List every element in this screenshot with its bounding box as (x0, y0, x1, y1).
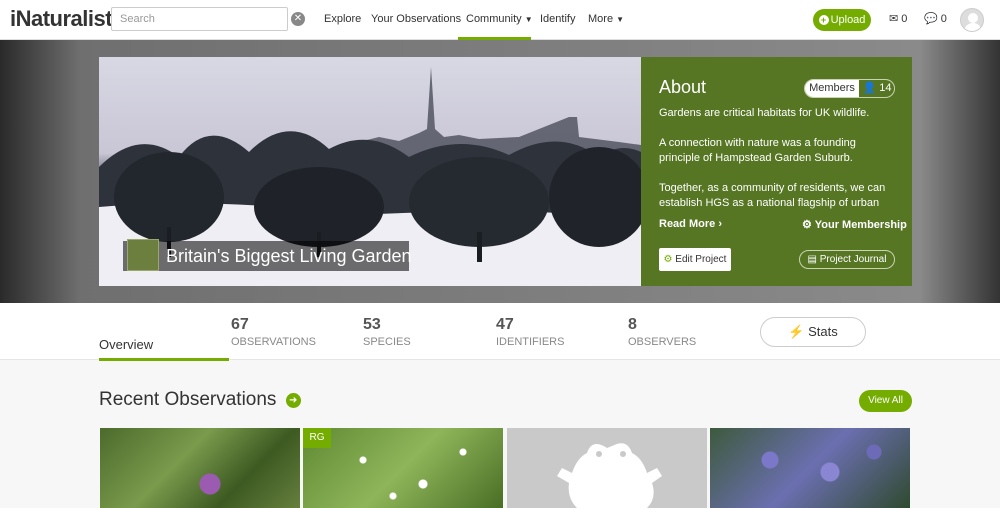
journal-icon: ▤ (807, 254, 817, 265)
view-all-button[interactable]: View All (859, 390, 912, 412)
research-grade-badge: RG (303, 428, 331, 448)
nav-community-label: Community (466, 13, 522, 25)
person-icon: 👤 (862, 82, 877, 94)
nav-more[interactable]: More ▼ (588, 13, 624, 25)
frog-placeholder-icon (557, 443, 662, 508)
read-more-link[interactable]: Read More › (659, 218, 722, 230)
project-journal-button[interactable]: ▤ Project Journal (799, 250, 895, 269)
nav-your-observations[interactable]: Your Observations (371, 13, 461, 25)
your-membership-link[interactable]: ⚙ Your Membership (802, 218, 907, 231)
chevron-down-icon: ▼ (524, 15, 533, 24)
observation-thumbnail[interactable] (100, 428, 300, 508)
gear-icon: ⚙ (663, 254, 673, 265)
observation-thumbnail[interactable]: RG (303, 428, 503, 508)
lightning-bolt-icon: ⚡ (788, 324, 805, 339)
notifications-link[interactable]: 💬 0 (924, 12, 947, 25)
recent-observations-title: Recent Observations (99, 389, 277, 410)
read-more-label: Read More (659, 218, 716, 230)
envelope-icon: ✉ (889, 13, 899, 25)
project-stats-bar: Overview 67 OBSERVATIONS 53 SPECIES 47 I… (0, 303, 1000, 361)
messages-link[interactable]: ✉ 0 (889, 12, 907, 25)
about-paragraph: A connection with nature was a founding … (659, 137, 856, 164)
clear-search-icon[interactable]: ✕ (291, 12, 305, 26)
nav-community[interactable]: Community ▼ (466, 13, 533, 25)
stat-observations[interactable]: 67 OBSERVATIONS (231, 316, 316, 348)
nav-more-label: More (588, 13, 614, 25)
members-label: Members (805, 80, 859, 97)
members-count-value: 14 (879, 82, 892, 94)
project-journal-label: Project Journal (819, 254, 887, 265)
stat-number: 67 (231, 316, 249, 333)
notifications-count: 0 (940, 13, 947, 25)
about-paragraph: Together, as a community of residents, w… (659, 182, 886, 209)
observation-thumbnail[interactable] (710, 428, 910, 508)
inaturalist-logo[interactable]: iNaturalist (10, 6, 113, 32)
upload-button[interactable]: + Upload (813, 9, 871, 31)
edit-project-label: Edit Project (675, 254, 727, 265)
plus-icon: + (818, 15, 829, 25)
about-description: Gardens are critical habitats for UK wil… (659, 106, 899, 210)
stat-label: OBSERVERS (628, 336, 697, 348)
messages-count: 0 (901, 13, 908, 25)
arrow-right-circle-icon[interactable]: ➜ (285, 393, 301, 408)
speech-bubble-icon: 💬 (924, 13, 938, 25)
user-avatar[interactable] (960, 8, 984, 32)
stat-identifiers[interactable]: 47 IDENTIFIERS (496, 316, 564, 348)
top-navbar: iNaturalist ✕ Explore Your Observations … (0, 0, 1000, 40)
upload-label: Upload (830, 14, 866, 26)
project-title: Britain's Biggest Living Garden (166, 246, 412, 266)
gear-icon: ⚙ (802, 219, 812, 231)
stat-label: SPECIES (363, 336, 411, 348)
tab-active-indicator (99, 358, 229, 361)
search-input[interactable] (111, 7, 288, 31)
chevron-down-icon: ▼ (616, 15, 625, 24)
about-panel: About Members 👤 14 Gardens are critical … (641, 57, 912, 286)
stat-observers[interactable]: 8 OBSERVERS (628, 316, 696, 348)
project-banner-image: Britain's Biggest Living Garden (99, 57, 641, 286)
edit-project-button[interactable]: ⚙ Edit Project (659, 248, 731, 271)
stat-label: IDENTIFIERS (496, 336, 565, 348)
stat-number: 53 (363, 316, 381, 333)
stats-button-label: Stats (808, 324, 838, 339)
about-heading: About (659, 77, 707, 97)
stat-label: OBSERVATIONS (231, 336, 316, 348)
project-title-banner: Britain's Biggest Living Garden (123, 239, 412, 271)
recent-observations-heading: Recent Observations ➜ (99, 389, 301, 411)
nav-explore[interactable]: Explore (324, 13, 361, 25)
stat-species[interactable]: 53 SPECIES (363, 316, 411, 348)
tab-overview[interactable]: Overview (99, 337, 153, 352)
observation-thumbnail[interactable] (507, 428, 707, 508)
nav-identify[interactable]: Identify (540, 13, 575, 25)
about-paragraph: Gardens are critical habitats for UK wil… (659, 107, 870, 119)
members-count: 👤 14 (859, 80, 894, 97)
chevron-right-icon: › (718, 218, 722, 230)
members-button[interactable]: Members 👤 14 (804, 79, 895, 98)
stat-number: 47 (496, 316, 514, 333)
membership-label: Your Membership (814, 219, 907, 231)
project-thumbnail (127, 239, 159, 271)
stat-number: 8 (628, 316, 637, 333)
stats-button[interactable]: ⚡ Stats (760, 317, 866, 347)
